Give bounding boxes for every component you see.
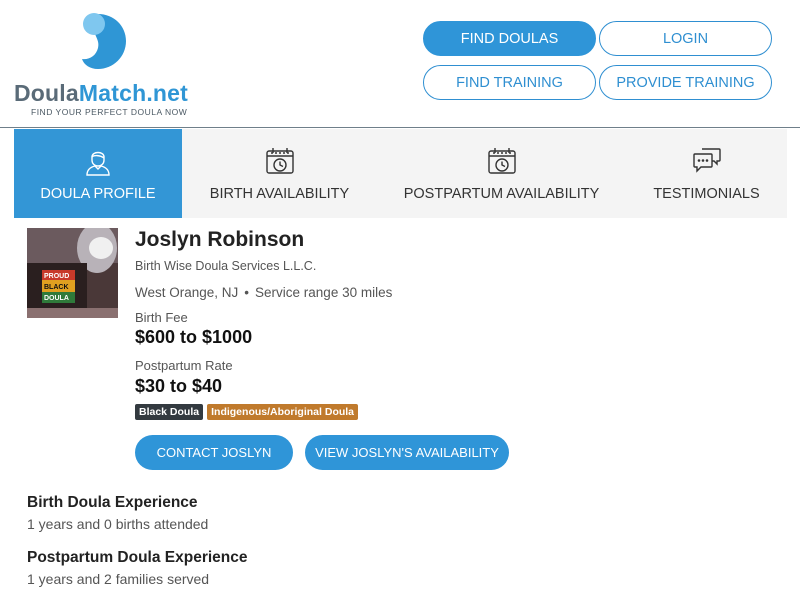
doula-location: West Orange, NJ • Service range 30 miles [135, 285, 392, 300]
contact-doula-button[interactable]: CONTACT JOSLYN [135, 435, 293, 470]
postpartum-rate-value: $30 to $40 [135, 376, 223, 396]
postpartum-rate-label: Postpartum Rate [135, 358, 233, 373]
doula-company: Birth Wise Doula Services L.L.C. [135, 259, 317, 273]
birth-fee-value: $600 to $1000 [135, 327, 253, 347]
location-separator: • [244, 285, 250, 300]
view-availability-button[interactable]: VIEW JOSLYN'S AVAILABILITY [305, 435, 509, 470]
badge-indigenous-doula: Indigenous/Aboriginal Doula [207, 404, 359, 420]
logo-tagline: FIND YOUR PERFECT DOULA NOW [31, 107, 188, 117]
location-city: West Orange, NJ [135, 285, 239, 300]
photo-text-black: BLACK [44, 284, 69, 291]
doula-drop-logo-icon [82, 13, 126, 69]
tab-label: TESTIMONIALS [653, 186, 760, 202]
birth-experience-heading: Birth Doula Experience [27, 494, 198, 511]
postpartum-experience-heading: Postpartum Doula Experience [27, 549, 248, 566]
birth-fee-label: Birth Fee [135, 310, 188, 325]
calendar-clock-icon [487, 148, 516, 174]
badge-black-doula: Black Doula [135, 404, 204, 420]
profile-tabs: DOULA PROFILE BIRTH AVAILABILITY POSTPAR… [14, 129, 787, 218]
postpartum-experience-text: 1 years and 2 families served [27, 571, 210, 587]
calendar-clock-icon [265, 148, 294, 174]
photo-text-proud: PROUD [44, 273, 69, 280]
tab-label: DOULA PROFILE [40, 186, 156, 202]
find-doulas-button[interactable]: FIND DOULAS [423, 21, 596, 56]
provide-training-button[interactable]: PROVIDE TRAINING [599, 65, 772, 100]
tab-testimonials[interactable]: TESTIMONIALS [626, 129, 787, 218]
doula-profile-photo: PROUD BLACK DOULA [27, 228, 118, 318]
tab-birth-availability[interactable]: BIRTH AVAILABILITY [182, 129, 377, 218]
login-button[interactable]: LOGIN [599, 21, 772, 56]
tab-postpartum-availability[interactable]: POSTPARTUM AVAILABILITY [377, 129, 626, 218]
tab-doula-profile[interactable]: DOULA PROFILE [14, 129, 182, 218]
site-header: DoulaMatch.net FIND YOUR PERFECT DOULA N… [0, 0, 800, 128]
tab-label: BIRTH AVAILABILITY [209, 186, 350, 202]
site-logo[interactable]: DoulaMatch.net FIND YOUR PERFECT DOULA N… [14, 10, 204, 120]
doula-person-icon [86, 151, 110, 176]
tab-label: POSTPARTUM AVAILABILITY [403, 186, 600, 202]
birth-experience-text: 1 years and 0 births attended [27, 516, 209, 532]
service-range: Service range 30 miles [255, 285, 393, 300]
logo-wordmark: DoulaMatch.net [14, 80, 189, 106]
chat-bubbles-icon [692, 148, 721, 173]
doula-badges: Black Doula Indigenous/Aboriginal Doula [135, 404, 359, 420]
find-training-button[interactable]: FIND TRAINING [423, 65, 596, 100]
doula-name: Joslyn Robinson [135, 228, 305, 251]
photo-text-doula: DOULA [44, 295, 69, 302]
